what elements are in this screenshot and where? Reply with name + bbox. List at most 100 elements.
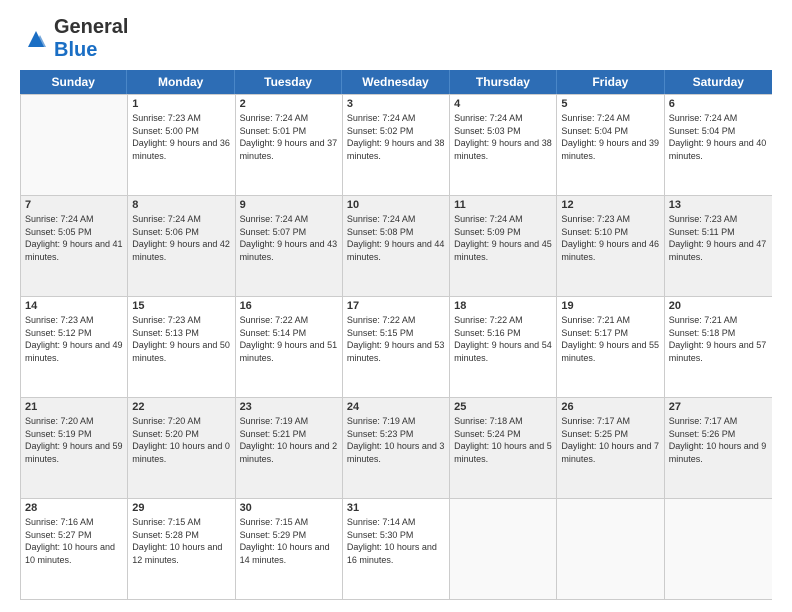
day-number: 17 [347,300,445,312]
calendar-cell: 6 Sunrise: 7:24 AM Sunset: 5:04 PM Daylig… [665,95,772,195]
day-info: Sunrise: 7:19 AM Sunset: 5:21 PM Dayligh… [240,415,338,465]
day-number: 8 [132,199,230,211]
day-info: Sunrise: 7:17 AM Sunset: 5:25 PM Dayligh… [561,415,659,465]
weekday-header: Monday [127,70,234,94]
calendar-cell: 29 Sunrise: 7:15 AM Sunset: 5:28 PM Dayli… [128,499,235,599]
weekday-header: Thursday [450,70,557,94]
day-number: 22 [132,401,230,413]
calendar-cell: 17 Sunrise: 7:22 AM Sunset: 5:15 PM Dayli… [343,297,450,397]
calendar-cell: 13Sunrise: 7:23 AM Sunset: 5:11 PM Dayli… [665,196,772,296]
day-info: Sunrise: 7:16 AM Sunset: 5:27 PM Dayligh… [25,516,123,566]
day-number: 3 [347,98,445,110]
day-info: Sunrise: 7:23 AM Sunset: 5:13 PM Dayligh… [132,314,230,364]
day-info: Sunrise: 7:20 AM Sunset: 5:20 PM Dayligh… [132,415,230,465]
day-number: 25 [454,401,552,413]
day-info: Sunrise: 7:24 AM Sunset: 5:05 PM Dayligh… [25,213,123,263]
day-number: 19 [561,300,659,312]
day-info: Sunrise: 7:15 AM Sunset: 5:28 PM Dayligh… [132,516,230,566]
day-info: Sunrise: 7:21 AM Sunset: 5:17 PM Dayligh… [561,314,659,364]
day-info: Sunrise: 7:24 AM Sunset: 5:04 PM Dayligh… [561,112,659,162]
page: GeneralBlue SundayMondayTuesdayWednesday… [0,0,792,612]
day-number: 18 [454,300,552,312]
day-number: 16 [240,300,338,312]
calendar-cell: 4Sunrise: 7:24 AM Sunset: 5:03 PM Daylig… [450,95,557,195]
day-number: 29 [132,502,230,514]
day-info: Sunrise: 7:24 AM Sunset: 5:07 PM Dayligh… [240,213,338,263]
calendar-cell: 22 Sunrise: 7:20 AM Sunset: 5:20 PM Dayli… [128,398,235,498]
calendar-row: 1 Sunrise: 7:23 AM Sunset: 5:00 PM Daylig… [21,94,772,195]
weekday-header: Friday [557,70,664,94]
day-info: Sunrise: 7:20 AM Sunset: 5:19 PM Dayligh… [25,415,123,465]
day-number: 12 [561,199,659,211]
calendar-cell: 26 Sunrise: 7:17 AM Sunset: 5:25 PM Dayli… [557,398,664,498]
logo-text: GeneralBlue [54,16,128,62]
calendar-cell: 3 Sunrise: 7:24 AM Sunset: 5:02 PM Daylig… [343,95,450,195]
day-number: 15 [132,300,230,312]
weekday-header: Sunday [20,70,127,94]
day-info: Sunrise: 7:23 AM Sunset: 5:00 PM Dayligh… [132,112,230,162]
day-info: Sunrise: 7:24 AM Sunset: 5:08 PM Dayligh… [347,213,445,263]
day-number: 1 [132,98,230,110]
calendar-cell: 20Sunrise: 7:21 AM Sunset: 5:18 PM Dayli… [665,297,772,397]
logo-icon [20,23,52,55]
day-info: Sunrise: 7:24 AM Sunset: 5:03 PM Dayligh… [454,112,552,162]
day-number: 21 [25,401,123,413]
day-info: Sunrise: 7:14 AM Sunset: 5:30 PM Dayligh… [347,516,445,566]
calendar-row: 28 Sunrise: 7:16 AM Sunset: 5:27 PM Dayli… [21,498,772,599]
calendar-cell: 21 Sunrise: 7:20 AM Sunset: 5:19 PM Dayli… [21,398,128,498]
calendar-row: 21 Sunrise: 7:20 AM Sunset: 5:19 PM Dayli… [21,397,772,498]
calendar-cell: 23 Sunrise: 7:19 AM Sunset: 5:21 PM Dayli… [236,398,343,498]
calendar-cell: 15 Sunrise: 7:23 AM Sunset: 5:13 PM Dayli… [128,297,235,397]
day-info: Sunrise: 7:24 AM Sunset: 5:02 PM Dayligh… [347,112,445,162]
day-number: 27 [669,401,768,413]
calendar-cell: 11 Sunrise: 7:24 AM Sunset: 5:09 PM Dayli… [450,196,557,296]
day-info: Sunrise: 7:21 AM Sunset: 5:18 PM Dayligh… [669,314,768,364]
day-number: 31 [347,502,445,514]
calendar-cell: 1 Sunrise: 7:23 AM Sunset: 5:00 PM Daylig… [128,95,235,195]
day-info: Sunrise: 7:22 AM Sunset: 5:16 PM Dayligh… [454,314,552,364]
day-number: 14 [25,300,123,312]
day-info: Sunrise: 7:19 AM Sunset: 5:23 PM Dayligh… [347,415,445,465]
calendar-cell [557,499,664,599]
weekday-header: Saturday [665,70,772,94]
calendar-cell: 14 Sunrise: 7:23 AM Sunset: 5:12 PM Dayli… [21,297,128,397]
weekday-header: Wednesday [342,70,449,94]
day-number: 6 [669,98,768,110]
day-number: 11 [454,199,552,211]
day-number: 24 [347,401,445,413]
calendar-cell: 28 Sunrise: 7:16 AM Sunset: 5:27 PM Dayli… [21,499,128,599]
day-number: 9 [240,199,338,211]
calendar-cell [450,499,557,599]
calendar-cell: 18 Sunrise: 7:22 AM Sunset: 5:16 PM Dayli… [450,297,557,397]
calendar-cell: 27 Sunrise: 7:17 AM Sunset: 5:26 PM Dayli… [665,398,772,498]
day-info: Sunrise: 7:17 AM Sunset: 5:26 PM Dayligh… [669,415,768,465]
day-info: Sunrise: 7:18 AM Sunset: 5:24 PM Dayligh… [454,415,552,465]
day-info: Sunrise: 7:24 AM Sunset: 5:04 PM Dayligh… [669,112,768,162]
calendar-row: 7Sunrise: 7:24 AM Sunset: 5:05 PM Daylig… [21,195,772,296]
day-info: Sunrise: 7:24 AM Sunset: 5:06 PM Dayligh… [132,213,230,263]
calendar-cell: 30Sunrise: 7:15 AM Sunset: 5:29 PM Dayli… [236,499,343,599]
calendar-body: 1 Sunrise: 7:23 AM Sunset: 5:00 PM Daylig… [20,94,772,600]
day-number: 26 [561,401,659,413]
day-number: 23 [240,401,338,413]
calendar-cell [665,499,772,599]
day-number: 28 [25,502,123,514]
weekday-header: Tuesday [235,70,342,94]
day-number: 2 [240,98,338,110]
day-number: 5 [561,98,659,110]
day-info: Sunrise: 7:24 AM Sunset: 5:09 PM Dayligh… [454,213,552,263]
calendar-cell: 25 Sunrise: 7:18 AM Sunset: 5:24 PM Dayli… [450,398,557,498]
calendar-cell: 10Sunrise: 7:24 AM Sunset: 5:08 PM Dayli… [343,196,450,296]
day-info: Sunrise: 7:22 AM Sunset: 5:15 PM Dayligh… [347,314,445,364]
day-info: Sunrise: 7:23 AM Sunset: 5:12 PM Dayligh… [25,314,123,364]
calendar: SundayMondayTuesdayWednesdayThursdayFrid… [20,70,772,600]
day-info: Sunrise: 7:24 AM Sunset: 5:01 PM Dayligh… [240,112,338,162]
calendar-cell [21,95,128,195]
calendar-cell: 8 Sunrise: 7:24 AM Sunset: 5:06 PM Daylig… [128,196,235,296]
day-info: Sunrise: 7:22 AM Sunset: 5:14 PM Dayligh… [240,314,338,364]
calendar-cell: 12Sunrise: 7:23 AM Sunset: 5:10 PM Dayli… [557,196,664,296]
calendar-cell: 24 Sunrise: 7:19 AM Sunset: 5:23 PM Dayli… [343,398,450,498]
calendar-cell: 7Sunrise: 7:24 AM Sunset: 5:05 PM Daylig… [21,196,128,296]
calendar-cell: 5 Sunrise: 7:24 AM Sunset: 5:04 PM Daylig… [557,95,664,195]
calendar-cell: 31 Sunrise: 7:14 AM Sunset: 5:30 PM Dayli… [343,499,450,599]
